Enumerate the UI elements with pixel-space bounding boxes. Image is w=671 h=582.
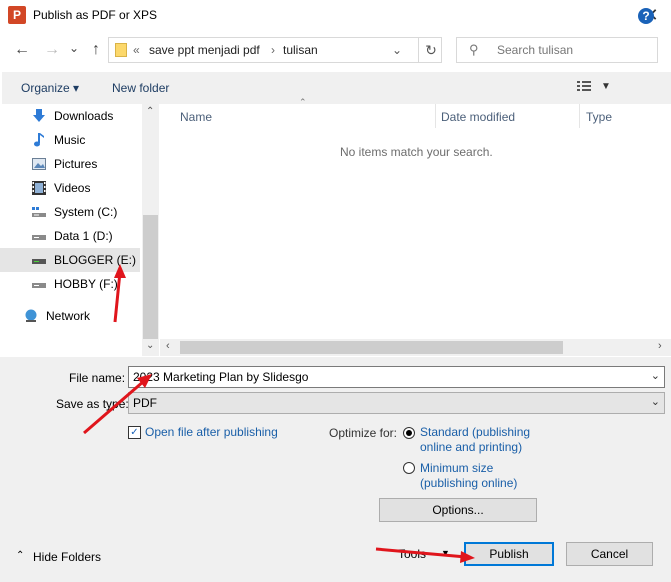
annotation-arrows: [83, 264, 475, 563]
annotation-arrow-filename: [83, 374, 152, 435]
annotation-arrow-publish: [375, 547, 475, 563]
annotation-arrow-sidebar: [113, 264, 126, 323]
